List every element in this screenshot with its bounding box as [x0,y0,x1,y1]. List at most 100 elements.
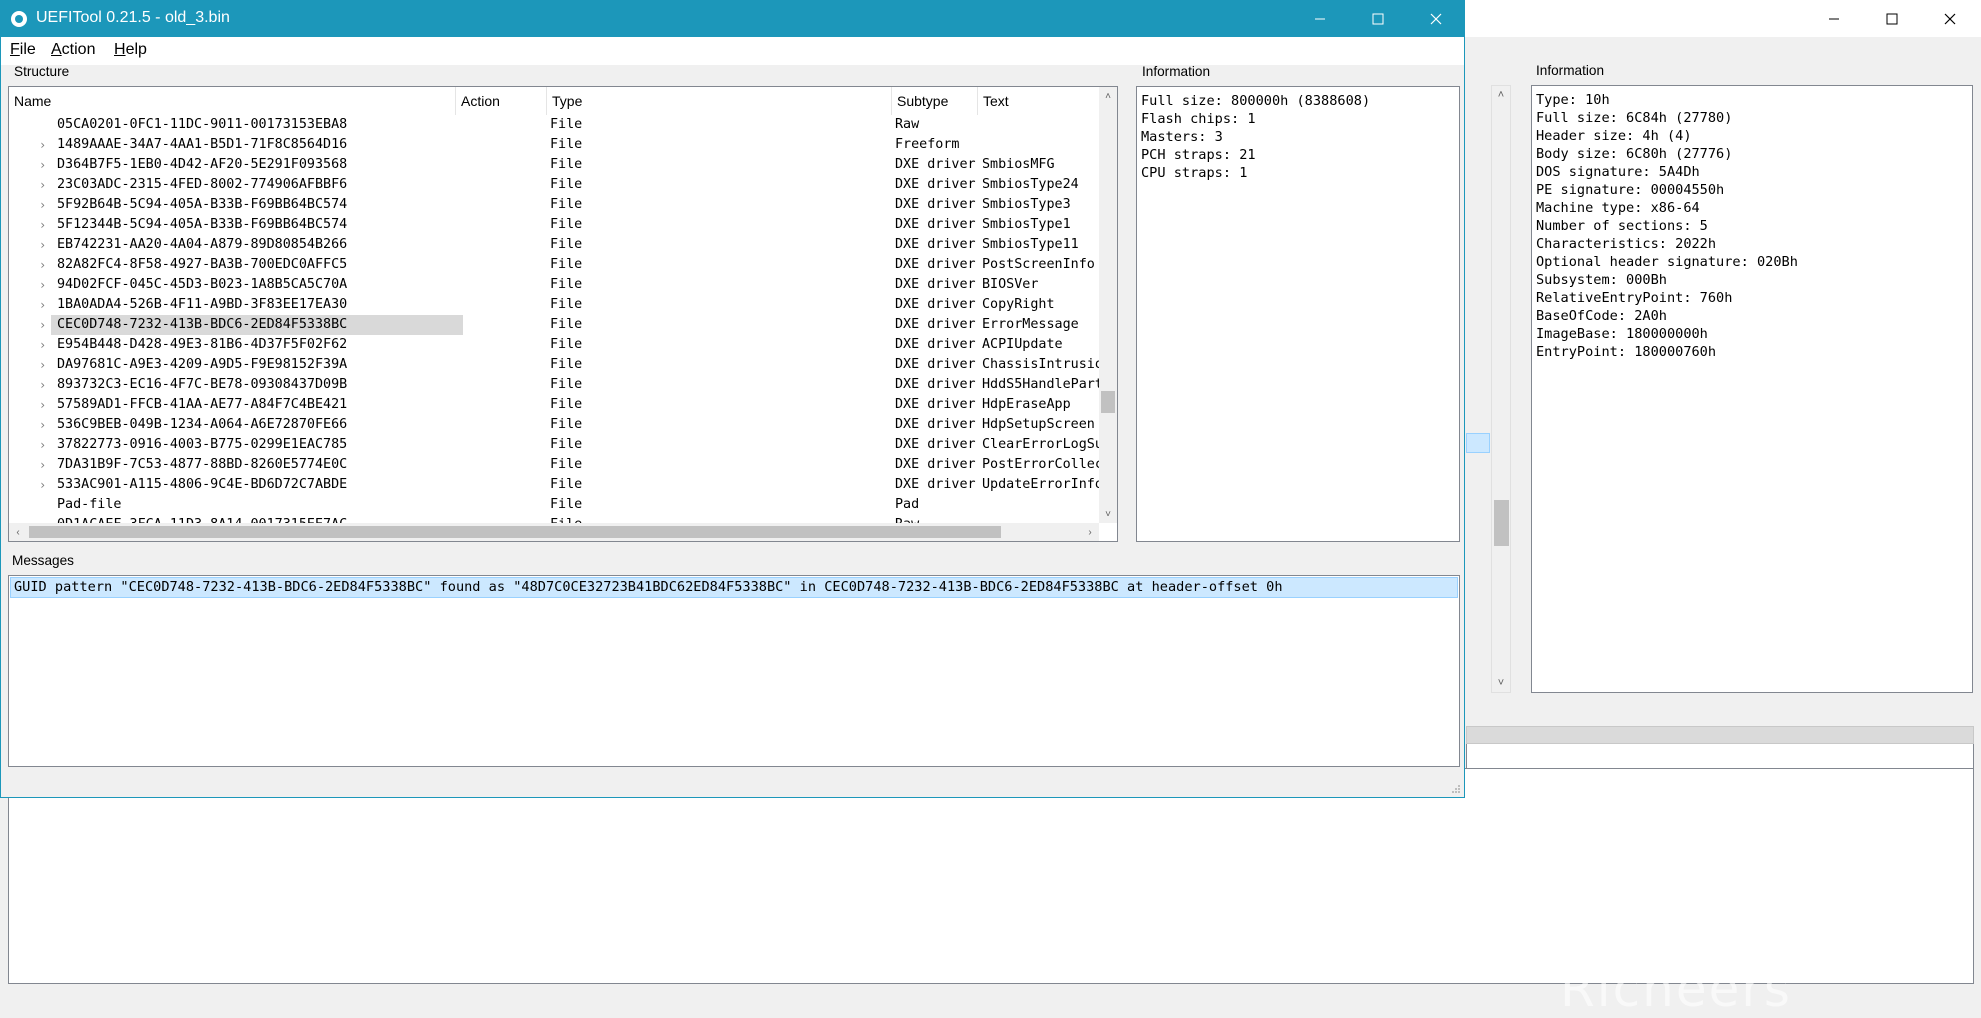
tree-row[interactable]: › 536C9BEB-049B-1234-A064-A6E72870FE66 Fil… [9,415,1099,435]
window-title: UEFITool 0.21.5 - old_3.bin [36,9,230,26]
column-header-text[interactable]: Text [978,87,1099,115]
tree-row[interactable]: › E954B448-D428-49E3-81B6-4D37F5F02F62 Fil… [9,335,1099,355]
scroll-up-arrow-icon[interactable]: ˄ [1492,86,1510,104]
row-type: File [550,137,583,152]
row-text: ClearErrorLogSu [982,437,1099,452]
expand-arrow-icon[interactable]: › [39,255,49,275]
expand-arrow-icon[interactable]: › [39,395,49,415]
scroll-down-arrow-icon[interactable]: ˅ [1099,505,1117,523]
expand-arrow-icon[interactable]: › [39,475,49,495]
row-text: SmbiosType3 [982,197,1071,212]
tree-row[interactable]: › CEC0D748-7232-413B-BDC6-2ED84F5338BC Fil… [9,315,1099,335]
column-header-type[interactable]: Type [547,87,892,115]
column-header-action[interactable]: Action [456,87,547,115]
row-subtype: DXE driver [895,377,976,392]
row-type: File [550,377,583,392]
row-subtype: DXE driver [895,417,976,432]
tree-row[interactable]: › 5F92B64B-5C94-405A-B33B-F69BB64BC574 Fil… [9,195,1099,215]
menu-action[interactable]: Action [51,41,95,59]
column-header-name[interactable]: Name [9,87,456,115]
back-structure-scrollbar[interactable]: ˄ ˅ [1491,85,1511,693]
row-subtype: DXE driver [895,277,976,292]
scroll-left-arrow-icon[interactable]: ‹ [9,523,27,541]
close-icon [1944,13,1956,24]
expand-arrow-icon[interactable]: › [39,455,49,475]
row-subtype: DXE driver [895,477,976,492]
scrollbar-thumb[interactable] [1101,391,1115,413]
minimize-button[interactable] [1291,1,1349,37]
messages-panel[interactable]: GUID pattern "CEC0D748-7232-413B-BDC6-2E… [8,575,1460,767]
row-text: BIOSVer [982,277,1039,292]
row-name: Pad-file [57,497,122,512]
row-subtype: Freeform [895,137,960,152]
info-line: Flash chips: 1 [1141,111,1256,127]
row-name: 05CA0201-0FC1-11DC-9011-00173153EBA8 [57,117,348,132]
expand-arrow-icon[interactable]: › [39,335,49,355]
menu-file[interactable]: File [10,41,36,59]
tree-row[interactable]: 05CA0201-0FC1-11DC-9011-00173153EBA8 File… [9,115,1099,135]
expand-arrow-icon[interactable]: › [39,135,49,155]
tree-row[interactable]: › 37822773-0916-4003-B775-0299E1EAC785 Fil… [9,435,1099,455]
message-item[interactable]: GUID pattern "CEC0D748-7232-413B-BDC6-2E… [10,577,1458,598]
scrollbar-thumb[interactable] [1494,500,1509,546]
row-name: 23C03ADC-2315-4FED-8002-774906AFBBF6 [57,177,348,192]
row-name: EB742231-AA20-4A04-A879-89D80854B266 [57,237,348,252]
expand-arrow-icon[interactable]: › [39,155,49,175]
back-minimize-button[interactable] [1805,0,1863,37]
expand-arrow-icon[interactable]: › [39,215,49,235]
tree-row[interactable]: › 893732C3-EC16-4F7C-BE78-09308437D09B Fil… [9,375,1099,395]
tree-row[interactable]: › 94D02FCF-045C-45D3-B023-1A8B5CA5C70A Fil… [9,275,1099,295]
expand-arrow-icon[interactable]: › [39,275,49,295]
scroll-down-arrow-icon[interactable]: ˅ [1492,674,1510,692]
tree-row[interactable]: › 1489AAAE-34A7-4AA1-B5D1-71F8C8564D16 Fil… [9,135,1099,155]
uefitool-app-icon[interactable] [11,11,27,27]
maximize-button[interactable] [1349,1,1407,37]
row-type: File [550,197,583,212]
scrollbar-thumb[interactable] [29,526,1001,538]
structure-tree[interactable]: Name Action Type Subtype Text 05CA0201-0… [8,86,1118,542]
row-type: File [550,297,583,312]
information-panel: Full size: 800000h (8388608) Flash chips:… [1136,86,1460,542]
expand-arrow-icon[interactable]: › [39,355,49,375]
row-subtype: DXE driver [895,197,976,212]
row-name: 5F12344B-5C94-405A-B33B-F69BB64BC574 [57,217,348,232]
back-close-button[interactable] [1921,0,1979,37]
tree-row[interactable]: › 1BA0ADA4-526B-4F11-A9BD-3F83EE17EA30 Fil… [9,295,1099,315]
expand-arrow-icon[interactable]: › [39,175,49,195]
tree-row[interactable]: › 533AC901-A115-4806-9C4E-BD6D72C7ABDE Fil… [9,475,1099,495]
expand-arrow-icon[interactable]: › [39,315,49,335]
expand-arrow-icon[interactable]: › [39,295,49,315]
row-name: CEC0D748-7232-413B-BDC6-2ED84F5338BC [51,315,463,335]
resize-grip-icon[interactable] [1451,784,1461,794]
scroll-right-arrow-icon[interactable]: › [1081,523,1099,541]
structure-horizontal-scrollbar[interactable]: ‹ › [9,523,1099,541]
tree-row[interactable]: › D364B7F5-1EB0-4D42-AF20-5E291F093568 Fil… [9,155,1099,175]
tree-row[interactable]: › 23C03ADC-2315-4FED-8002-774906AFBBF6 Fil… [9,175,1099,195]
expand-arrow-icon[interactable]: › [39,195,49,215]
back-maximize-button[interactable] [1863,0,1921,37]
menu-help[interactable]: Help [114,41,147,59]
tree-row[interactable]: › 82A82FC4-8F58-4927-BA3B-700EDC0AFFC5 Fil… [9,255,1099,275]
expand-arrow-icon[interactable]: › [39,375,49,395]
info-line: DOS signature: 5A4Dh [1536,164,1700,180]
expand-arrow-icon[interactable]: › [39,415,49,435]
titlebar[interactable]: UEFITool 0.21.5 - old_3.bin [1,1,1464,37]
expand-arrow-icon[interactable]: › [39,235,49,255]
scroll-up-arrow-icon[interactable]: ˄ [1099,87,1117,105]
close-button[interactable] [1407,1,1465,37]
tree-row[interactable]: › 57589AD1-FFCB-41AA-AE77-A84F7C4BE421 Fil… [9,395,1099,415]
tree-row[interactable]: › 7DA31B9F-7C53-4877-88BD-8260E5774E0C Fil… [9,455,1099,475]
tree-row[interactable]: Pad-file File Pad [9,495,1099,515]
expand-arrow-icon[interactable]: › [39,435,49,455]
row-type: File [550,237,583,252]
tree-row[interactable]: › DA97681C-A9E3-4209-A9D5-F9E98152F39A Fil… [9,355,1099,375]
row-type: File [550,117,583,132]
info-line: Optional header signature: 020Bh [1536,254,1798,270]
row-text: HdpEraseApp [982,397,1071,412]
tree-row[interactable]: › EB742231-AA20-4A04-A879-89D80854B266 Fil… [9,235,1099,255]
tree-row[interactable]: › 5F12344B-5C94-405A-B33B-F69BB64BC574 Fil… [9,215,1099,235]
structure-vertical-scrollbar[interactable]: ˄ ˅ [1099,87,1117,523]
column-header-subtype[interactable]: Subtype [892,87,978,115]
row-name: 82A82FC4-8F58-4927-BA3B-700EDC0AFFC5 [57,257,348,272]
tree-row[interactable]: 0D1ACAEF-3FCA-11D3-8A14-0017315EE7AC File… [9,515,1099,523]
